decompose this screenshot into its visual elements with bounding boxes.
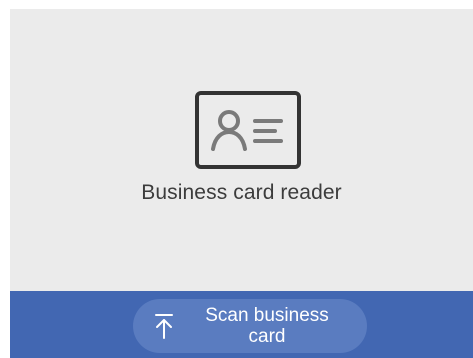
contact-card-icon [195, 91, 301, 169]
scan-business-card-button[interactable]: Scan business card [133, 299, 367, 353]
scan-button-label: Scan business card [205, 305, 329, 347]
panel-title: Business card reader [141, 181, 342, 204]
footer-bar: Scan business card [10, 291, 473, 358]
upload-arrow-icon [155, 314, 173, 339]
card-content: Business card reader [10, 9, 473, 291]
business-card-reader-panel: Business card reader Scan business card [10, 9, 473, 358]
